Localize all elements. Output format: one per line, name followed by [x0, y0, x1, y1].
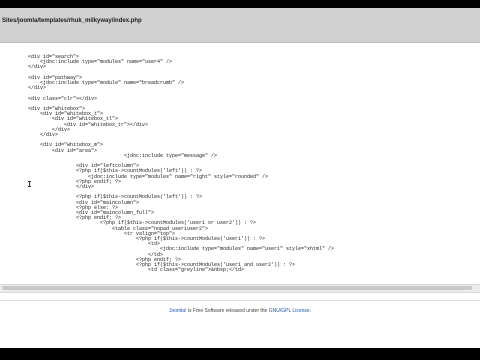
scrollbar-thumb[interactable]	[2, 286, 472, 290]
code-line: <div class="clr"></div>	[4, 95, 98, 102]
code-line: </div>	[4, 132, 59, 138]
code-line: </div>	[4, 85, 47, 92]
code-line: </div>	[4, 184, 95, 190]
footer-text: is Free Software released under the	[186, 308, 269, 314]
file-path-title: Sites/joomla/templates/rhuk_milkyway/ind…	[2, 18, 142, 24]
letterbox-top	[0, 0, 480, 8]
code-editor[interactable]: <div id="search"> <jdoc:include type="mo…	[0, 50, 480, 282]
footer-divider	[0, 300, 480, 301]
page-footer: Joomla! is Free Software released under …	[0, 308, 480, 314]
joomla-link[interactable]: Joomla!	[169, 308, 187, 314]
gnu-gpl-license-link[interactable]: GNU/GPL License	[269, 308, 310, 314]
screen: Sites/joomla/templates/rhuk_milkyway/ind…	[0, 0, 480, 360]
editor-header-bar: Sites/joomla/templates/rhuk_milkyway/ind…	[0, 8, 480, 43]
horizontal-scrollbar[interactable]	[0, 284, 480, 293]
code-line: <td class="greyline">&nbsp;</td>	[4, 267, 245, 274]
code-line: </div>	[4, 64, 47, 71]
letterbox-bottom	[0, 348, 480, 360]
footer-text-end: .	[309, 308, 312, 314]
text-cursor-icon	[28, 181, 31, 187]
code-line: <jdoc:include type="message" />	[4, 152, 218, 159]
